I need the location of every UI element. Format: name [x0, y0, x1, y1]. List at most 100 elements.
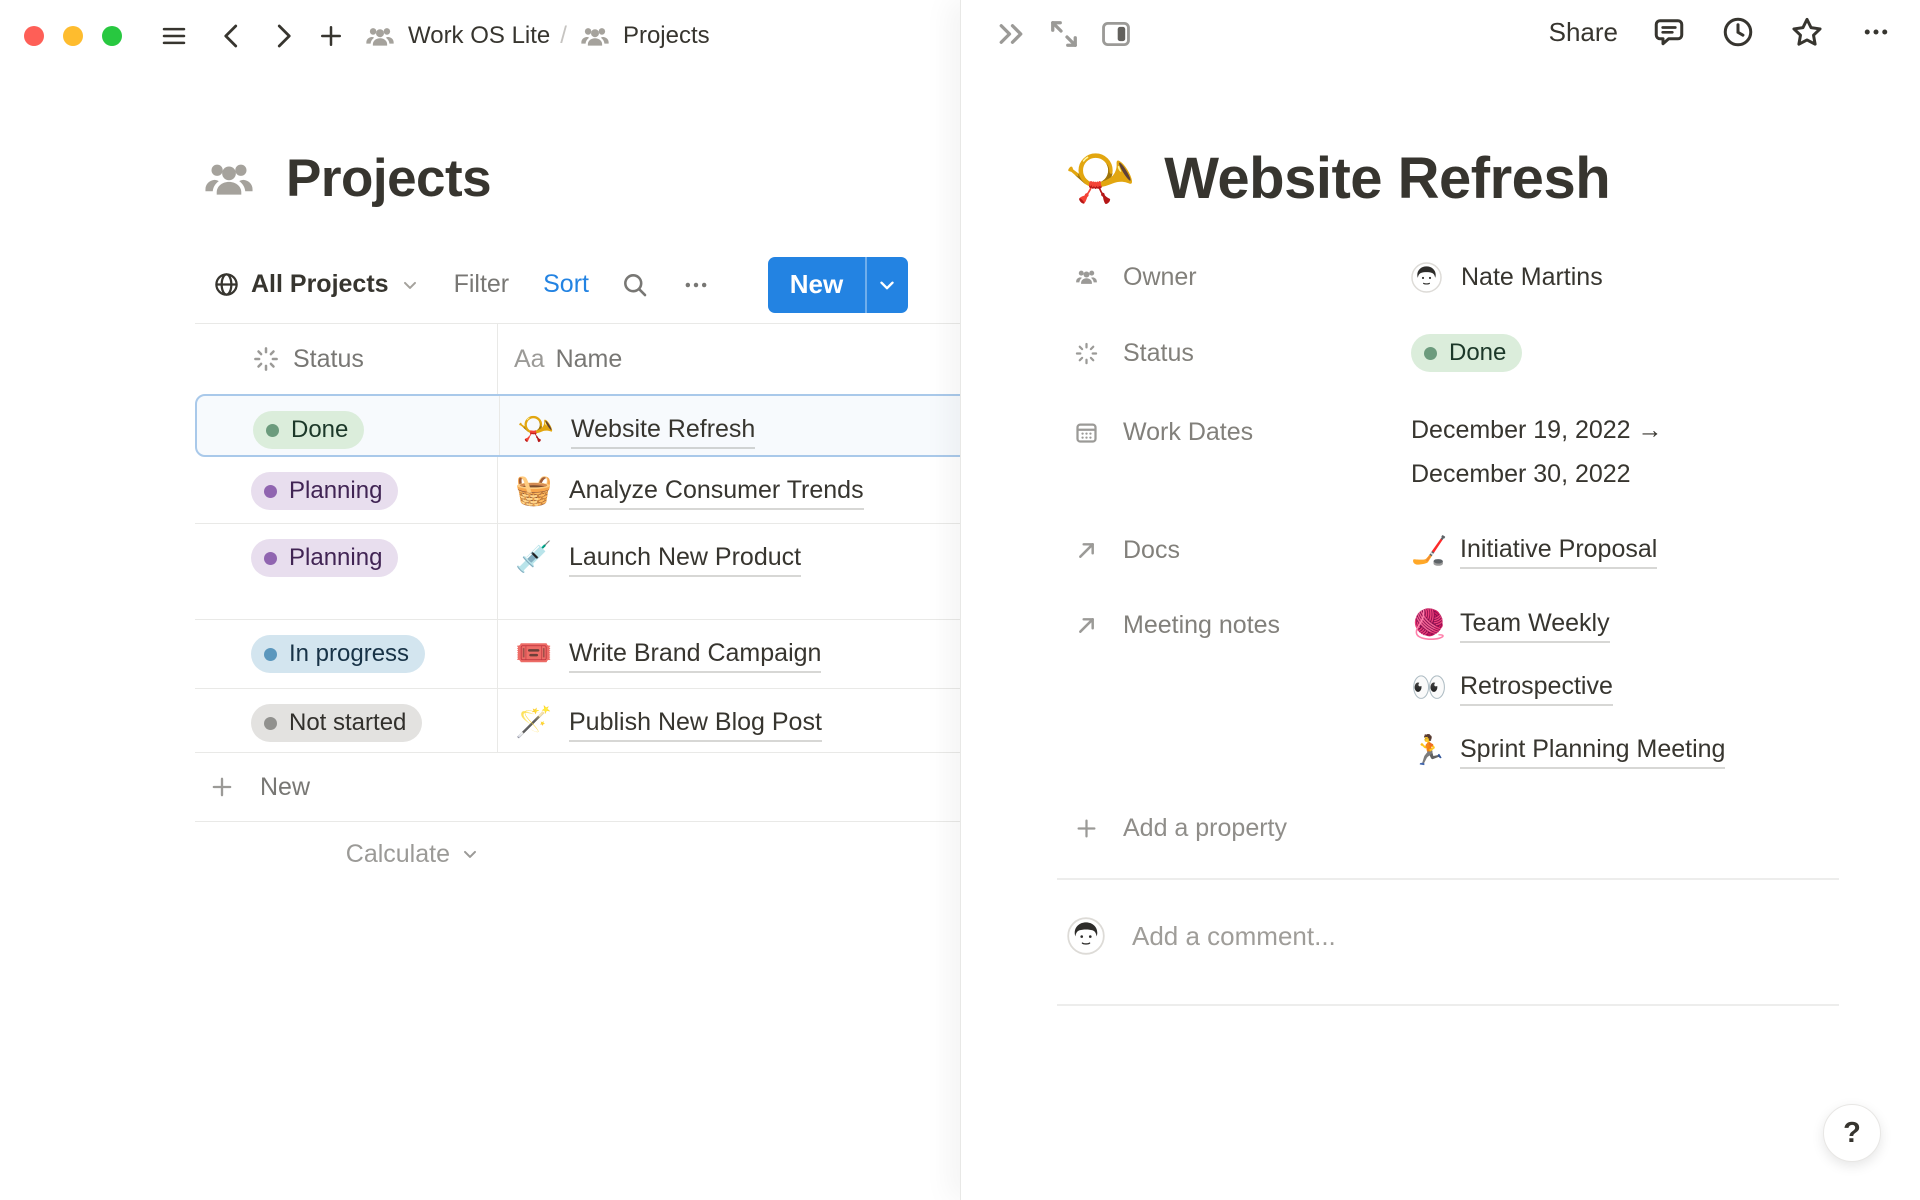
help-button[interactable]: ?	[1823, 1104, 1881, 1162]
name-column-header[interactable]: Aa Name	[498, 324, 960, 394]
new-tab-icon[interactable]	[316, 21, 346, 51]
database-title: Projects	[198, 148, 491, 209]
more-options-icon[interactable]	[1858, 17, 1894, 47]
page-title-text[interactable]: Website Refresh	[1164, 145, 1610, 212]
page-peek-panel: Share 📯 Website Refresh Owner Nate Marti…	[960, 0, 1920, 1200]
property-label-owner[interactable]: Owner	[1073, 253, 1411, 301]
traffic-lights	[24, 26, 122, 46]
new-record-button-label[interactable]: New	[768, 257, 865, 313]
add-property-button[interactable]: Add a property	[1073, 804, 1411, 852]
status-cell: Planning	[195, 524, 498, 619]
work-dates-value[interactable]: December 19, 2022 → December 30, 2022	[1411, 408, 1860, 496]
status-badge[interactable]: In progress	[251, 635, 425, 673]
page-link[interactable]: Publish New Blog Post	[569, 704, 822, 742]
new-row-button[interactable]: New	[195, 753, 960, 822]
page-emoji-icon[interactable]: 📯	[1064, 142, 1136, 214]
new-record-button[interactable]: New	[768, 257, 908, 313]
status-dot-icon	[264, 648, 277, 661]
meeting-notes-value: 🧶 Team Weekly 👀 Retrospective 🏃 Sprint P…	[1411, 601, 1860, 773]
status-value: Done	[1411, 329, 1860, 377]
calculate-button[interactable]: Calculate	[195, 822, 498, 886]
comment-input[interactable]: Add a comment...	[1132, 921, 1336, 952]
zoom-window-button[interactable]	[102, 26, 122, 46]
breadcrumb-separator: /	[560, 22, 567, 50]
comment-composer: Add a comment...	[1067, 917, 1336, 955]
property-row-owner: Owner Nate Martins	[1073, 253, 1860, 301]
close-peek-icon[interactable]	[993, 16, 1029, 52]
status-property-icon	[251, 344, 281, 374]
owner-value[interactable]: Nate Martins	[1411, 253, 1860, 301]
status-cell: Not started	[195, 689, 498, 752]
page-link[interactable]: Write Brand Campaign	[569, 635, 821, 673]
status-cell: In progress	[195, 620, 498, 688]
status-badge[interactable]: Planning	[251, 472, 398, 510]
more-options-icon[interactable]	[681, 271, 711, 299]
expand-page-icon[interactable]	[1046, 16, 1082, 52]
status-column-header[interactable]: Status	[195, 324, 498, 394]
minimize-window-button[interactable]	[63, 26, 83, 46]
table-row-selected[interactable]: Done 📯 Website Refresh	[195, 394, 960, 457]
share-button[interactable]: Share	[1549, 17, 1618, 48]
property-label-meeting-notes[interactable]: Meeting notes	[1073, 601, 1411, 649]
name-header-label: Name	[556, 345, 623, 374]
status-dot-icon	[1424, 347, 1437, 360]
table-row[interactable]: Planning 💉 Launch New Product	[195, 524, 960, 620]
new-button-dropdown[interactable]	[867, 257, 909, 313]
property-row-meeting-notes: Meeting notes 🧶 Team Weekly 👀 Retrospect…	[1073, 601, 1860, 773]
page-link[interactable]: Launch New Product	[569, 539, 801, 577]
status-badge[interactable]: Done	[1411, 334, 1522, 372]
sidebar-menu-icon[interactable]	[155, 21, 193, 51]
related-page-link[interactable]: 🏒 Initiative Proposal	[1411, 527, 1657, 573]
table-row[interactable]: In progress 🎟️ Write Brand Campaign	[195, 620, 960, 689]
page-title-block: 📯 Website Refresh	[1064, 142, 1610, 214]
database-panel: Work OS Lite / Projects Projects All Pro…	[0, 0, 960, 1200]
calculate-label: Calculate	[346, 840, 450, 869]
work-dates-end: December 30, 2022	[1411, 452, 1663, 496]
back-icon[interactable]	[217, 21, 247, 51]
page-link[interactable]: Website Refresh	[571, 411, 755, 449]
status-header-label: Status	[293, 345, 364, 374]
property-label-status[interactable]: Status	[1073, 329, 1411, 377]
comments-icon[interactable]	[1651, 14, 1687, 50]
projects-table: Status Aa Name Done 📯 Website Refresh Pl…	[195, 323, 960, 886]
property-label-work-dates[interactable]: Work Dates	[1073, 408, 1411, 456]
status-badge[interactable]: Not started	[251, 704, 422, 742]
favorite-star-icon[interactable]	[1789, 14, 1825, 50]
page-emoji-icon: 📯	[516, 411, 556, 449]
property-row-docs: Docs 🏒 Initiative Proposal	[1073, 526, 1860, 574]
side-peek-layout-icon[interactable]	[1099, 17, 1133, 51]
forward-icon[interactable]	[268, 21, 298, 51]
window-titlebar: Work OS Lite / Projects	[0, 0, 960, 72]
related-page-link[interactable]: 👀 Retrospective	[1411, 664, 1725, 710]
peek-actions: Share	[1549, 14, 1894, 50]
sort-button[interactable]: Sort	[543, 270, 589, 299]
status-badge[interactable]: Done	[253, 411, 364, 449]
related-page-link[interactable]: 🏃 Sprint Planning Meeting	[1411, 727, 1725, 773]
status-property-icon	[1073, 340, 1100, 367]
status-badge[interactable]: Planning	[251, 539, 398, 577]
plus-icon	[208, 773, 236, 801]
chevron-down-icon	[460, 844, 480, 864]
table-row[interactable]: Not started 🪄 Publish New Blog Post	[195, 689, 960, 753]
table-row[interactable]: Planning 🧺 Analyze Consumer Trends	[195, 457, 960, 524]
chevron-down-icon	[876, 274, 898, 296]
updates-history-icon[interactable]	[1720, 14, 1756, 50]
search-icon[interactable]	[621, 271, 649, 299]
page-people-icon	[577, 22, 613, 51]
table-header-row: Status Aa Name	[195, 324, 960, 394]
breadcrumb-workspace[interactable]: Work OS Lite	[408, 22, 550, 50]
close-window-button[interactable]	[24, 26, 44, 46]
add-property-row: Add a property	[1073, 804, 1860, 852]
related-page-link[interactable]: 🧶 Team Weekly	[1411, 601, 1725, 647]
page-link[interactable]: Analyze Consumer Trends	[569, 472, 864, 510]
filter-button[interactable]: Filter	[454, 270, 510, 299]
status-cell: Planning	[195, 457, 498, 523]
name-cell: 📯 Website Refresh	[500, 396, 960, 455]
view-selector-label: All Projects	[251, 270, 389, 299]
breadcrumb-page[interactable]: Projects	[623, 22, 710, 50]
chevron-down-icon	[400, 275, 420, 295]
property-label-docs[interactable]: Docs	[1073, 526, 1411, 574]
name-cell: 🎟️ Write Brand Campaign	[498, 620, 960, 688]
database-title-text[interactable]: Projects	[286, 148, 491, 209]
view-selector[interactable]: All Projects	[195, 270, 420, 299]
